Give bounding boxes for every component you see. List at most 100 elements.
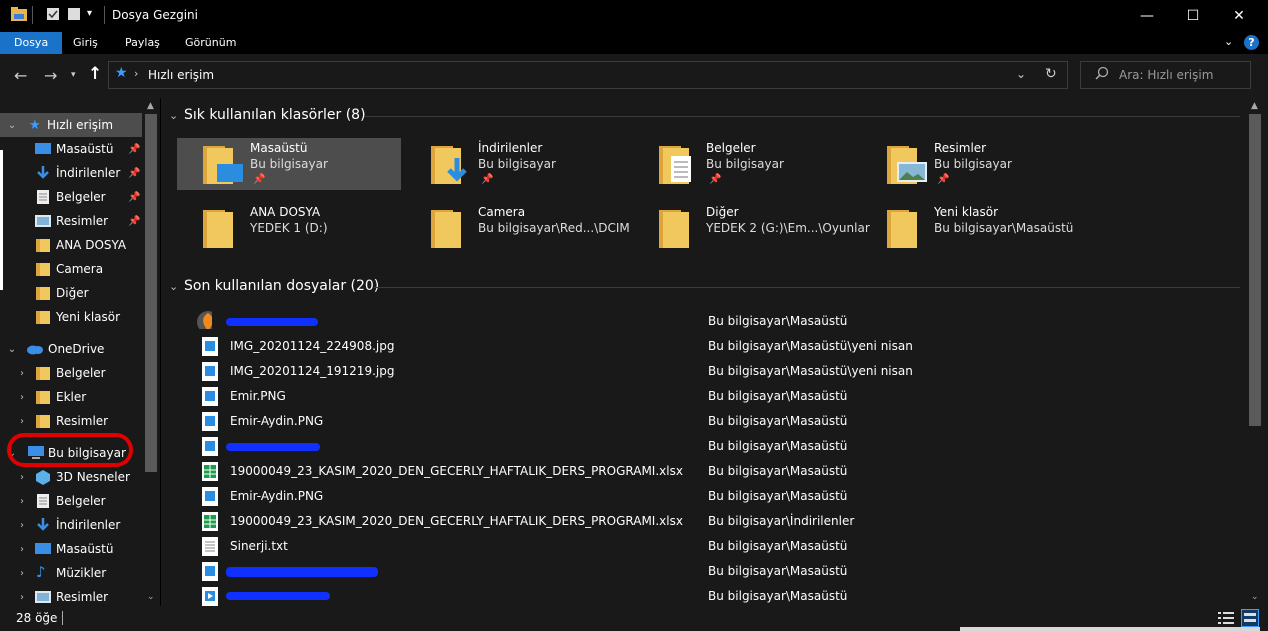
recent-file-row[interactable]: Sinerji.txt Bu bilgisayar\Masaüstü xyxy=(196,534,1256,559)
maximize-button[interactable]: ☐ xyxy=(1170,0,1216,32)
new-folder-icon[interactable] xyxy=(66,6,84,22)
tree-item-masaustu[interactable]: Masaüstü 📌 xyxy=(0,137,142,161)
back-arrow-icon[interactable]: ← xyxy=(14,66,27,85)
folder-icon xyxy=(35,413,51,428)
scroll-up-icon[interactable]: ▲ xyxy=(1251,101,1258,111)
tree-onedrive[interactable]: ⌄ OneDrive xyxy=(0,337,142,361)
folder-tile-diger[interactable]: Diğer YEDEK 2 (G:)\Em...\Oyunlar xyxy=(633,202,870,254)
collapse-section-chevron-icon[interactable]: ⌄ xyxy=(169,109,178,122)
file-path: Bu bilgisayar\Masaüstü xyxy=(708,489,848,503)
tree-label: Belgeler xyxy=(56,190,106,204)
folder-tile-resimler[interactable]: Resimler Bu bilgisayar 📌 xyxy=(861,138,1085,190)
customize-toolbar-icon[interactable]: ▾ xyxy=(87,8,92,19)
forward-arrow-icon[interactable]: → xyxy=(44,66,57,85)
cloud-icon xyxy=(26,343,43,357)
section-recent-files[interactable]: Son kullanılan dosyalar (20) xyxy=(184,278,379,294)
collapse-chevron-icon[interactable]: ⌄ xyxy=(7,344,17,355)
folder-tile-yeni-klasor[interactable]: Yeni klasör Bu bilgisayar\Masaüstü xyxy=(861,202,1085,254)
expand-chevron-icon[interactable]: › xyxy=(17,416,27,427)
section-frequent-folders[interactable]: Sık kullanılan klasörler (8) xyxy=(184,107,366,123)
collapse-section-chevron-icon[interactable]: ⌄ xyxy=(169,280,178,293)
folder-tile-indirilenler[interactable]: İndirilenler Bu bilgisayar 📌 xyxy=(405,138,629,190)
tree-label: Ekler xyxy=(56,390,87,404)
file-name: Sinerji.txt xyxy=(230,539,288,553)
expand-chevron-icon[interactable]: › xyxy=(17,592,27,603)
expand-chevron-icon[interactable]: › xyxy=(17,568,27,579)
tree-pc-muzikler[interactable]: › ♪ Müzikler xyxy=(0,561,142,585)
documents-icon xyxy=(35,494,51,508)
expand-ribbon-icon[interactable]: ⌄ xyxy=(1224,35,1233,48)
scroll-down-icon[interactable]: ⌄ xyxy=(147,592,155,602)
tree-quick-access[interactable]: ⌄ ★ Hızlı erişim xyxy=(0,113,142,137)
up-arrow-icon[interactable]: ↑ xyxy=(88,64,102,84)
tree-onedrive-belgeler[interactable]: › Belgeler xyxy=(0,361,142,385)
search-placeholder[interactable]: Ara: Hızlı erişim xyxy=(1119,68,1213,82)
tree-pc-indirilenler[interactable]: › İndirilenler xyxy=(0,513,142,537)
expand-chevron-icon[interactable]: › xyxy=(17,392,27,403)
tree-item-belgeler[interactable]: Belgeler 📌 xyxy=(0,185,142,209)
expand-chevron-icon[interactable]: › xyxy=(17,544,27,555)
breadcrumb-location[interactable]: Hızlı erişim xyxy=(148,68,214,82)
folder-tile-camera[interactable]: Camera Bu bilgisayar\Red...\DCIM xyxy=(405,202,630,254)
tab-paylas[interactable]: Paylaş xyxy=(113,32,172,54)
tree-item-camera[interactable]: Camera xyxy=(0,257,142,281)
recent-file-row[interactable]: Bu bilgisayar\Masaüstü xyxy=(196,584,1256,606)
image-file-icon xyxy=(202,487,218,506)
folder-tile-ana-dosya[interactable]: ANA DOSYA YEDEK 1 (D:) xyxy=(177,202,401,254)
tree-item-ana-dosya[interactable]: ANA DOSYA xyxy=(0,233,142,257)
recent-file-row[interactable]: 19000049_23_KASIM_2020_DEN_GECERLY_HAFTA… xyxy=(196,509,1256,534)
recent-file-row[interactable]: Emir.PNG Bu bilgisayar\Masaüstü xyxy=(196,384,1256,409)
folder-tile-masaustu[interactable]: Masaüstü Bu bilgisayar 📌 xyxy=(177,138,401,190)
recent-file-row[interactable]: 19000049_23_KASIM_2020_DEN_GECERLY_HAFTA… xyxy=(196,459,1256,484)
details-view-icon[interactable] xyxy=(1218,611,1234,628)
tree-item-yeni-klasor[interactable]: Yeni klasör xyxy=(0,305,142,329)
recent-file-row[interactable]: Emir-Aydin.PNG Bu bilgisayar\Masaüstü xyxy=(196,409,1256,434)
tree-item-diger[interactable]: Diğer xyxy=(0,281,142,305)
recent-file-row[interactable]: IMG_20201124_191219.jpg Bu bilgisayar\Ma… xyxy=(196,359,1256,384)
recent-file-row[interactable]: Emir-Aydin.PNG Bu bilgisayar\Masaüstü xyxy=(196,484,1256,509)
collapse-chevron-icon[interactable]: ⌄ xyxy=(7,120,17,131)
tree-item-indirilenler[interactable]: İndirilenler 📌 xyxy=(0,161,142,185)
help-button[interactable]: ? xyxy=(1244,35,1259,50)
expand-chevron-icon[interactable]: › xyxy=(17,368,27,379)
folder-icon xyxy=(35,365,51,380)
folder-tile-belgeler[interactable]: Belgeler Bu bilgisayar 📌 xyxy=(633,138,857,190)
tab-gorunum[interactable]: Görünüm xyxy=(173,32,248,54)
tree-label: Resimler xyxy=(56,214,109,228)
tree-pc-belgeler[interactable]: › Belgeler xyxy=(0,489,142,513)
refresh-icon[interactable]: ↻ xyxy=(1045,66,1057,82)
minimize-button[interactable]: — xyxy=(1124,0,1170,32)
expand-chevron-icon[interactable]: › xyxy=(17,520,27,531)
tree-3d-nesneler[interactable]: › 3D Nesneler xyxy=(0,465,142,489)
tree-onedrive-resimler[interactable]: › Resimler xyxy=(0,409,142,433)
recent-file-row[interactable]: Bu bilgisayar\Masaüstü xyxy=(196,434,1256,459)
file-path: Bu bilgisayar\Masaüstü xyxy=(708,589,848,603)
desktop-icon xyxy=(35,542,51,556)
tree-item-resimler[interactable]: Resimler 📌 xyxy=(0,209,142,233)
address-dropdown-icon[interactable]: ⌄ xyxy=(1016,67,1026,81)
recent-file-row[interactable]: IMG_20201124_224908.jpg Bu bilgisayar\Ma… xyxy=(196,334,1256,359)
scroll-up-icon[interactable]: ▲ xyxy=(147,101,154,111)
expand-chevron-icon[interactable]: › xyxy=(17,496,27,507)
tree-label: Camera xyxy=(56,262,104,276)
file-name: Emir-Aydin.PNG xyxy=(230,489,324,503)
file-path: Bu bilgisayar\İndirilenler xyxy=(708,514,855,528)
recent-file-row[interactable]: Bu bilgisayar\Masaüstü xyxy=(196,559,1256,584)
content-scrollbar-thumb[interactable] xyxy=(1249,114,1261,426)
scroll-down-icon[interactable]: ⌄ xyxy=(1251,592,1259,602)
address-bar[interactable] xyxy=(108,61,1068,89)
tab-giris[interactable]: Giriş xyxy=(61,32,110,54)
close-button[interactable]: ✕ xyxy=(1216,0,1262,32)
tiles-view-icon[interactable] xyxy=(1241,609,1259,627)
tab-dosya[interactable]: Dosya xyxy=(0,32,63,54)
properties-icon[interactable] xyxy=(45,6,63,22)
nav-scrollbar-thumb[interactable] xyxy=(145,114,157,472)
tree-pc-masaustu[interactable]: › Masaüstü xyxy=(0,537,142,561)
recent-file-row[interactable]: Bu bilgisayar\Masaüstü xyxy=(196,309,1256,334)
tree-onedrive-ekler[interactable]: › Ekler xyxy=(0,385,142,409)
tree-label: Resimler xyxy=(56,590,109,604)
breadcrumb-chevron-icon[interactable]: › xyxy=(134,67,138,80)
folder-name: Masaüstü xyxy=(250,141,308,155)
recent-locations-icon[interactable]: ▾ xyxy=(71,70,76,80)
expand-chevron-icon[interactable]: › xyxy=(17,472,27,483)
